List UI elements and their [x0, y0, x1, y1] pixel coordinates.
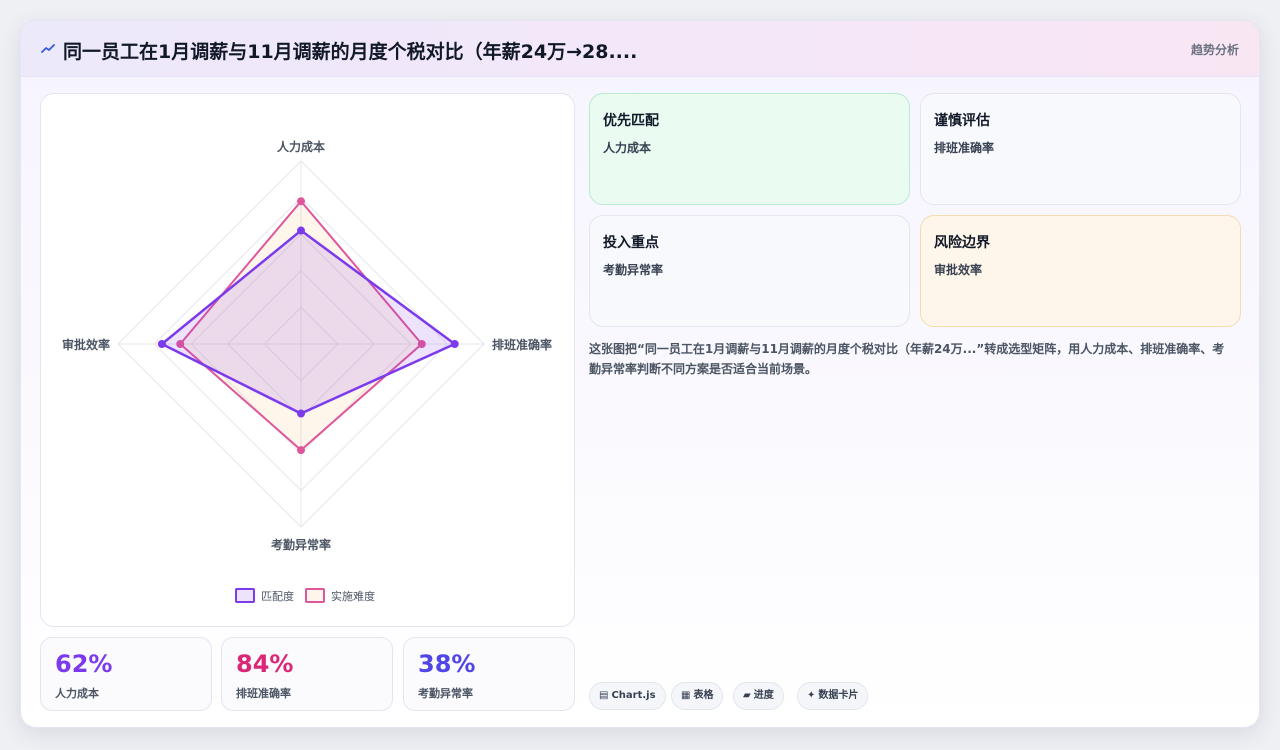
header-bar: 同一员工在1月调薪与11月调薪的月度个税对比（年薪24万→28.... 趋势分析 [21, 21, 1259, 77]
quadrant-title: 投入重点 [603, 235, 659, 251]
stat-value: 38% [418, 650, 476, 678]
quadrant-title: 风险边界 [934, 235, 990, 251]
chip-label: Chart.js [611, 690, 656, 701]
chip-chartjs[interactable]: ▤ Chart.js [589, 682, 666, 710]
stat-card: 84% 排班准确率 [221, 637, 393, 711]
quadrant-card-risk: 风险边界 审批效率 [920, 215, 1241, 327]
chip-label: 表格 [693, 690, 714, 701]
stat-label: 考勤异常率 [418, 687, 473, 700]
radar-data-point [297, 226, 305, 235]
quadrant-card-caution: 谨慎评估 排班准确率 [920, 93, 1241, 205]
quadrant-title: 谨慎评估 [934, 113, 990, 129]
legend-label: 实施难度 [331, 589, 375, 603]
chip-progress[interactable]: ▰ 进度 [733, 682, 784, 710]
quadrant-card-investment: 投入重点 考勤异常率 [589, 215, 910, 327]
stat-card: 62% 人力成本 [40, 637, 212, 711]
legend-swatch [305, 588, 325, 603]
radar-data-point [157, 340, 166, 348]
radar-data-point [297, 446, 305, 455]
radar-axis-label: 排班准确率 [492, 337, 552, 352]
chart-icon: ▤ [599, 690, 609, 701]
radar-axis-label: 考勤异常率 [271, 537, 331, 552]
chip-label: 数据卡片 [818, 690, 859, 701]
quadrant-title: 优先匹配 [603, 113, 659, 129]
main-card: 同一员工在1月调薪与11月调薪的月度个税对比（年薪24万→28.... 趋势分析… [20, 20, 1260, 728]
radar-chart: 人力成本排班准确率考勤异常率 审批效率匹配度 实施难度 [62, 139, 552, 603]
chip-table[interactable]: ▦ 表格 [671, 682, 724, 710]
quadrant-value: 人力成本 [603, 141, 652, 155]
sparkle-icon: ✦ [807, 690, 816, 701]
stat-card: 38% 考勤异常率 [403, 637, 575, 711]
legend-label: 匹配度 [261, 589, 294, 603]
analysis-tag[interactable]: 趋势分析 [1191, 41, 1239, 58]
stat-value: 62% [55, 650, 113, 678]
stat-value: 84% [236, 650, 294, 678]
radar-data-point [297, 409, 305, 418]
quadrant-value: 排班准确率 [934, 141, 995, 155]
chip-label: 进度 [753, 690, 774, 701]
chip-data-card[interactable]: ✦ 数据卡片 [797, 682, 869, 710]
page-title: 同一员工在1月调薪与11月调薪的月度个税对比（年薪24万→28.... [63, 41, 638, 63]
radar-chart-panel: 人力成本排班准确率考勤异常率 审批效率匹配度 实施难度 [40, 93, 575, 627]
stat-label: 排班准确率 [236, 687, 291, 700]
progress-icon: ▰ [743, 690, 751, 701]
chart-description: 这张图把“同一员工在1月调薪与11月调薪的月度个税对比（年薪24万...”转成选… [589, 342, 1225, 376]
radar-series-area [160, 229, 456, 415]
quadrant-card-priority: 优先匹配 人力成本 [589, 93, 910, 205]
table-icon: ▦ [681, 690, 691, 701]
radar-axis-label: 审批效率 [62, 337, 110, 352]
radar-data-point [450, 340, 459, 348]
quadrant-value: 审批效率 [934, 263, 983, 277]
trend-line-icon [41, 44, 55, 53]
radar-data-point [297, 197, 305, 206]
stat-label: 人力成本 [55, 687, 99, 700]
legend-swatch [235, 588, 255, 603]
quadrant-value: 考勤异常率 [603, 263, 664, 277]
radar-axis-label: 人力成本 [277, 139, 325, 154]
